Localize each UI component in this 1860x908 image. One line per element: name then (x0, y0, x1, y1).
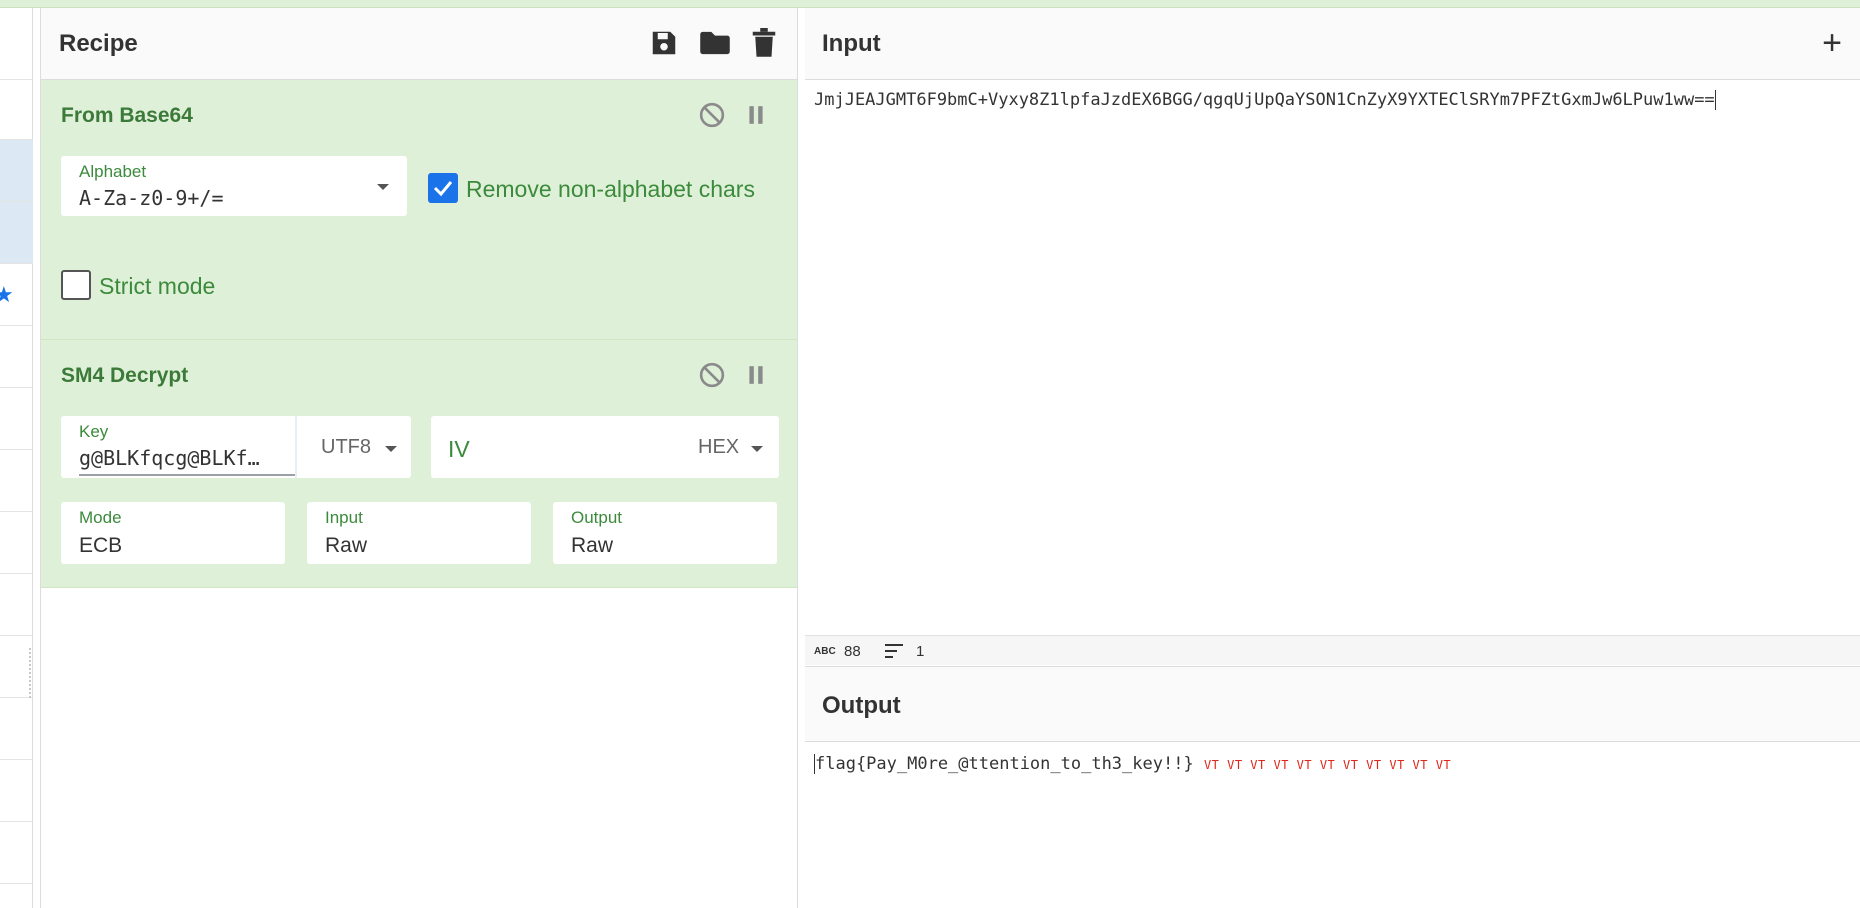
operation-from-base64[interactable]: From Base64 Alphabet A-Za-z0-9+/= Remove… (41, 80, 797, 340)
list-item[interactable] (0, 388, 33, 450)
input-format-select[interactable]: Input Raw (307, 502, 531, 564)
output-pane: Output flag{Pay_M0re_@ttention_to_th3_ke… (805, 670, 1860, 908)
list-item[interactable] (0, 574, 33, 636)
list-item[interactable] (0, 326, 33, 388)
control-characters: VT VT VT VT VT VT VT VT VT VT VT (1203, 758, 1452, 772)
list-item[interactable] (0, 202, 33, 264)
line-count-icon (885, 644, 903, 658)
disable-icon[interactable] (699, 102, 725, 128)
alphabet-label: Alphabet (79, 162, 147, 181)
recipe-title: Recipe (59, 29, 138, 57)
top-bar (0, 0, 1860, 8)
iv-placeholder: IV (448, 436, 470, 462)
line-count: 1 (916, 643, 925, 660)
divider (295, 416, 297, 478)
recipe-header: Recipe (41, 8, 797, 80)
remove-non-alphabet-label: Remove non-alphabet chars (466, 176, 755, 202)
output-text: flag{Pay_M0re_@ttention_to_th3_key!!} (815, 754, 1194, 774)
input-pane: Input + JmjJEAJGMT6F9bmC+Vyxy8Z1lpfaJzdE… (805, 8, 1860, 668)
output-format-value: Raw (571, 534, 614, 557)
list-item[interactable] (0, 140, 33, 202)
operations-list[interactable]: ★ (0, 8, 33, 908)
operations-header (0, 8, 33, 80)
iv-field[interactable]: IV HEX (431, 416, 779, 478)
list-item[interactable] (0, 822, 33, 884)
disable-icon[interactable] (699, 362, 725, 388)
trash-icon[interactable] (751, 28, 777, 58)
char-count-icon: ABC (814, 646, 836, 657)
alphabet-select[interactable]: Alphabet A-Za-z0-9+/= (61, 156, 407, 216)
resize-handle[interactable] (29, 648, 32, 698)
key-field[interactable]: Key g@BLKfqcg@BLKf… UTF8 (61, 416, 411, 478)
remove-non-alphabet-checkbox[interactable] (428, 173, 458, 203)
chevron-down-icon (385, 446, 397, 452)
checkmark-icon (433, 181, 453, 197)
list-item[interactable] (0, 760, 33, 822)
add-tab-icon[interactable]: + (1822, 26, 1842, 60)
output-format-select[interactable]: Output Raw (553, 502, 777, 564)
output-header: Output (805, 670, 1860, 742)
operations-search[interactable] (0, 80, 33, 140)
input-status-bar: ABC 88 1 (805, 635, 1860, 665)
output-title: Output (822, 691, 901, 719)
list-item[interactable] (0, 450, 33, 512)
list-item[interactable] (0, 512, 33, 574)
operation-sm4-decrypt[interactable]: SM4 Decrypt Key g@BLKfqcg@BLKf… UTF8 IV … (41, 340, 797, 588)
chevron-down-icon (751, 446, 763, 452)
strict-mode-checkbox[interactable] (61, 270, 91, 300)
operation-title: From Base64 (61, 104, 193, 127)
breakpoint-icon[interactable] (745, 104, 767, 126)
list-item[interactable] (0, 698, 33, 760)
key-value: g@BLKfqcg@BLKf… (79, 446, 260, 470)
output-textarea[interactable]: flag{Pay_M0re_@ttention_to_th3_key!!} VT… (814, 754, 1451, 774)
mode-value: ECB (79, 534, 123, 557)
strict-mode-label: Strict mode (99, 273, 216, 299)
iv-encoding-dropdown[interactable]: HEX (698, 436, 739, 459)
mode-label: Mode (79, 508, 122, 527)
text-cursor (1714, 90, 1716, 110)
input-title: Input (822, 29, 881, 57)
folder-icon[interactable] (699, 28, 731, 58)
key-encoding-dropdown[interactable]: UTF8 (321, 436, 371, 459)
underline (79, 474, 295, 476)
input-format-value: Raw (325, 534, 368, 557)
mode-select[interactable]: Mode ECB (61, 502, 285, 564)
alphabet-value: A-Za-z0-9+/= (79, 186, 224, 210)
save-icon[interactable] (649, 28, 679, 58)
breakpoint-icon[interactable] (745, 364, 767, 386)
input-format-label: Input (325, 508, 363, 527)
input-text: JmjJEAJGMT6F9bmC+Vyxy8Z1lpfaJzdEX6BGG/qg… (814, 90, 1715, 110)
input-header: Input + (805, 8, 1860, 80)
output-format-label: Output (571, 508, 623, 527)
key-label: Key (79, 422, 109, 441)
operation-title: SM4 Decrypt (61, 364, 189, 387)
chevron-down-icon (377, 184, 389, 190)
char-count: 88 (844, 643, 861, 660)
recipe-pane: Recipe From Base64 Alphabet A-Za-z0-9+/=… (40, 8, 798, 908)
input-textarea[interactable]: JmjJEAJGMT6F9bmC+Vyxy8Z1lpfaJzdEX6BGG/qg… (814, 90, 1716, 110)
favourite-star-icon[interactable]: ★ (0, 282, 14, 308)
